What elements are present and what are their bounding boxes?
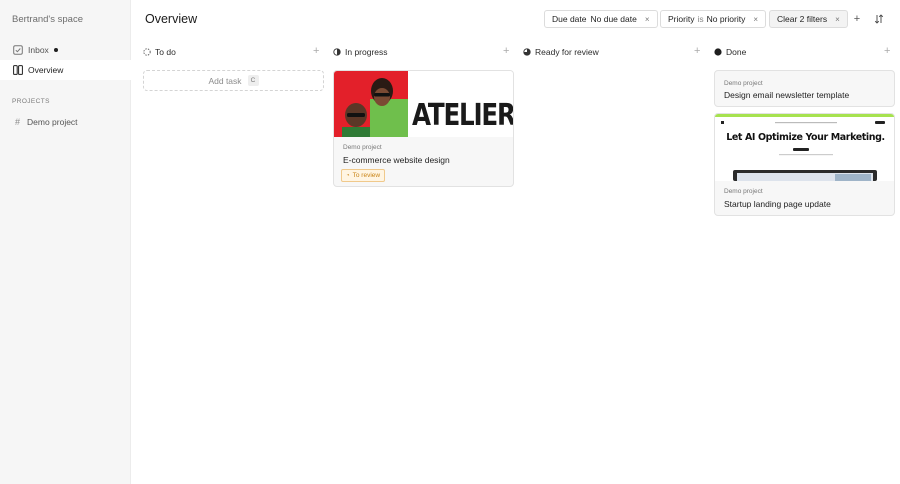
card-project: Demo project <box>724 188 763 195</box>
filter-field: Due date <box>552 14 587 24</box>
status-badge-label: To review <box>352 172 381 179</box>
sidebar-item-label: Demo project <box>27 117 78 127</box>
filter-chip-priority[interactable]: Priority is No priority × <box>660 10 766 28</box>
add-card-icon[interactable]: + <box>503 45 509 57</box>
sidebar-item-demo-project[interactable]: # Demo project <box>0 112 131 132</box>
filter-chip-due-date[interactable]: Due date No due date × <box>544 10 658 28</box>
sort-icon[interactable] <box>872 12 886 26</box>
clear-filters-icon: × <box>835 14 840 24</box>
shortcut-key: C <box>247 75 259 86</box>
column-header-todo: To do <box>143 46 176 58</box>
landing-thumbnail-image <box>721 121 885 181</box>
status-badge[interactable]: ◔ To review <box>341 169 386 182</box>
clear-filters-button[interactable]: Clear 2 filters × <box>769 10 848 28</box>
card-title: Design email newsletter template <box>724 90 850 100</box>
filter-operator: is <box>697 14 704 24</box>
column-label: Ready for review <box>535 47 599 57</box>
task-card-ecommerce[interactable]: ATELIER Demo project E-commerce website … <box>333 70 514 187</box>
status-todo-icon <box>143 48 151 56</box>
column-header-ready-for-review: Ready for review <box>523 46 599 58</box>
status-in-progress-icon <box>333 48 341 56</box>
atelier-brand-text: ATELIER <box>412 98 513 133</box>
page-title: Overview <box>145 12 198 26</box>
clear-filters-label: Clear 2 filters <box>777 14 828 24</box>
space-name[interactable]: Bertrand's space <box>12 14 83 25</box>
unread-dot <box>53 48 58 52</box>
status-review-icon <box>523 48 531 56</box>
add-card-icon[interactable]: + <box>884 45 890 57</box>
task-card-newsletter[interactable]: Demo project Design email newsletter tem… <box>714 70 895 107</box>
inbox-icon <box>12 45 23 56</box>
column-label: In progress <box>345 47 388 57</box>
add-task-button[interactable]: Add task C <box>143 70 324 91</box>
projects-section-title: PROJECTS <box>12 98 50 105</box>
board-icon <box>12 65 23 76</box>
add-task-label: Add task <box>208 75 242 86</box>
card-title: E-commerce website design <box>343 155 450 165</box>
status-done-icon <box>714 48 722 56</box>
review-tag-icon: ◔ <box>346 172 350 179</box>
hash-icon: # <box>14 117 20 127</box>
add-card-icon[interactable]: + <box>313 45 319 57</box>
remove-filter-icon[interactable]: × <box>753 15 758 24</box>
landing-headline: Let AI Optimize Your Marketing. <box>726 132 885 143</box>
sidebar: Bertrand's space Inbox Overview PROJECTS… <box>0 0 131 484</box>
sidebar-item-label: Overview <box>28 65 64 75</box>
column-header-in-progress: In progress <box>333 46 388 58</box>
column-label: Done <box>726 47 747 57</box>
card-project: Demo project <box>343 144 382 151</box>
filter-value: No due date <box>590 14 637 24</box>
sidebar-item-overview[interactable]: Overview <box>0 60 131 80</box>
card-title: Startup landing page update <box>724 199 831 209</box>
filter-field: Priority <box>668 14 695 24</box>
remove-filter-icon[interactable]: × <box>645 15 650 24</box>
card-thumbnail: ATELIER <box>334 71 513 137</box>
filter-value: No priority <box>706 14 746 24</box>
sidebar-item-inbox[interactable]: Inbox <box>0 40 131 60</box>
sidebar-item-label: Inbox <box>28 45 49 55</box>
task-card-landing[interactable]: Let AI Optimize Your Marketing. Demo pro… <box>714 113 895 216</box>
add-filter-icon[interactable]: + <box>850 12 864 26</box>
card-thumbnail: Let AI Optimize Your Marketing. <box>715 114 894 181</box>
column-header-done: Done <box>714 46 746 58</box>
column-label: To do <box>155 47 176 57</box>
add-card-icon[interactable]: + <box>694 45 700 57</box>
card-project: Demo project <box>724 80 763 87</box>
